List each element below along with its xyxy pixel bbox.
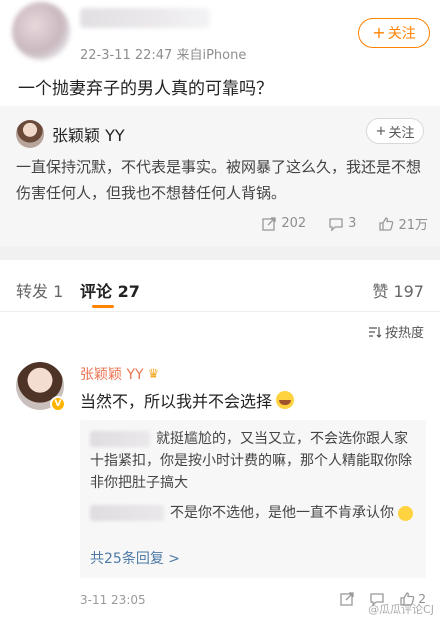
reply-text: 不是你不选他，是他一直不肯承认你 xyxy=(170,505,394,521)
share-icon xyxy=(262,216,276,231)
repost-like-button[interactable]: 21万 xyxy=(378,214,428,233)
comment-count: 3 xyxy=(348,216,357,231)
sort-by-hot-button[interactable]: 按热度 xyxy=(368,322,424,341)
repost-share-button[interactable]: 202 xyxy=(261,214,306,233)
reply-item: 不是你不选他，是他一直不肯承认你 xyxy=(90,502,420,524)
sort-label: 按热度 xyxy=(384,326,424,341)
laugh-cry-emoji-icon xyxy=(276,391,295,409)
active-tab-indicator xyxy=(92,305,114,308)
repost-author-name[interactable]: 张颖颖 YY xyxy=(52,122,125,146)
poster-name[interactable] xyxy=(80,8,210,28)
reply-author-blurred[interactable] xyxy=(90,431,150,447)
share-icon[interactable] xyxy=(339,591,355,607)
repost-author-avatar[interactable] xyxy=(16,120,44,148)
verified-badge-icon: V xyxy=(50,396,66,412)
watermark: @瓜瓜评论CJ xyxy=(368,603,434,616)
reposted-weibo[interactable]: 张颖颖 YY + 关注 一直保持沉默，不代表是事实。被网暴了这么久，我还是不想伤… xyxy=(0,106,440,246)
like-count: 21万 xyxy=(398,218,428,233)
comment-text: 当然不，所以我并不会选择 xyxy=(80,392,273,411)
follow-label: 关注 xyxy=(387,26,416,42)
tab-like[interactable]: 赞 197 xyxy=(372,278,424,302)
tab-repost[interactable]: 转发 1 xyxy=(16,278,63,302)
repost-actions: 202 3 21万 xyxy=(261,214,428,233)
thumbs-up-icon xyxy=(379,216,394,231)
comment-tabs: 转发 1 评论 27 赞 197 xyxy=(0,260,440,312)
repost-follow-button[interactable]: + 关注 xyxy=(366,118,424,144)
post-text: 一个抛妻弃子的男人真的可靠吗？ xyxy=(18,79,273,99)
replies-box[interactable]: 就挺尴尬的，又当又立，不会选你跟人家十指紧扣，你是按小时计费的嘛，那个人精能取你… xyxy=(80,420,426,578)
comment-text-row: 当然不，所以我并不会选择 xyxy=(80,388,295,412)
comment-icon xyxy=(329,217,343,232)
repost-text: 一直保持沉默，不代表是事实。被网暴了这么久，我还是不想伤害任何人，但我也不想替任… xyxy=(16,158,422,202)
follow-label: 关注 xyxy=(388,125,415,141)
reply-author-blurred[interactable] xyxy=(90,505,164,521)
commenter-name-row[interactable]: 张颖颖 YY ♛ xyxy=(80,364,159,384)
sort-icon xyxy=(368,326,382,338)
post-header: 22-3-11 22:47 来自iPhone + 关注 xyxy=(0,0,440,70)
smile-emoji-icon xyxy=(398,505,414,521)
reply-item: 就挺尴尬的，又当又立，不会选你跟人家十指紧扣，你是按小时计费的嘛，那个人精能取你… xyxy=(90,428,420,494)
poster-avatar[interactable] xyxy=(12,2,70,60)
plus-icon: + xyxy=(372,23,386,42)
tab-comment[interactable]: 评论 27 xyxy=(80,278,140,302)
crown-icon: ♛ xyxy=(147,366,160,382)
more-replies-link[interactable]: 共25条回复 > xyxy=(90,548,180,568)
repost-count: 202 xyxy=(281,216,307,231)
plus-icon: + xyxy=(375,123,387,139)
follow-button[interactable]: + 关注 xyxy=(358,18,430,48)
commenter-name: 张颖颖 YY xyxy=(80,367,144,383)
repost-comment-button[interactable]: 3 xyxy=(328,214,356,233)
post-meta: 22-3-11 22:47 来自iPhone xyxy=(80,48,247,63)
section-divider xyxy=(0,246,440,260)
comment-time: 3-11 23:05 xyxy=(80,593,146,607)
